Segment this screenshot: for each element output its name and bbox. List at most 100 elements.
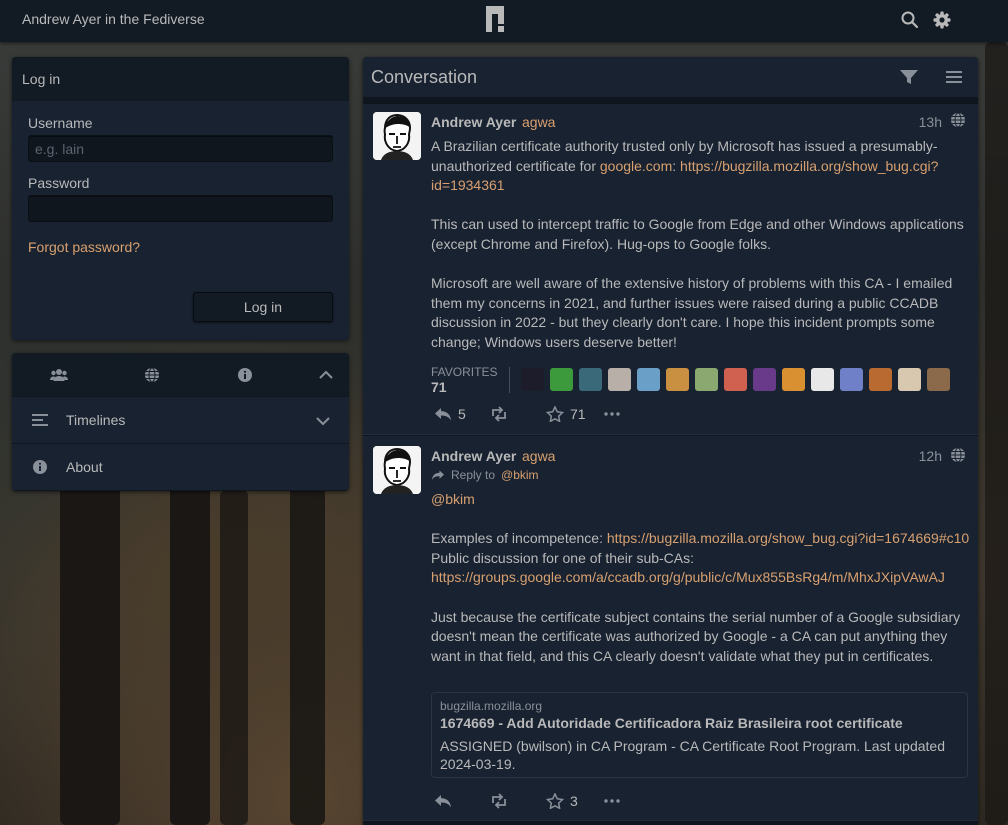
author-name[interactable]: Andrew Ayer — [431, 448, 516, 464]
status-time[interactable]: 13h — [919, 114, 942, 130]
status-time[interactable]: 12h — [919, 448, 942, 464]
card-title: 1674669 - Add Autoridade Certificadora R… — [440, 715, 903, 731]
avatar[interactable] — [811, 368, 834, 391]
status-post: Andrew Ayer agwa 13h A Brazilian certifi… — [363, 104, 978, 435]
users-icon[interactable] — [50, 367, 68, 383]
reply-button[interactable]: 5 — [434, 406, 466, 422]
author-handle[interactable]: agwa — [522, 114, 555, 130]
info-icon[interactable] — [237, 367, 253, 383]
search-icon[interactable] — [900, 10, 920, 30]
chevron-up-icon[interactable] — [318, 367, 334, 383]
username-input[interactable] — [28, 135, 333, 162]
nav-tabs — [12, 353, 349, 396]
favorite-button[interactable]: 71 — [546, 406, 586, 422]
background-tree — [220, 490, 248, 825]
password-input[interactable] — [28, 195, 333, 222]
username-label: Username — [28, 115, 93, 131]
password-label: Password — [28, 175, 90, 191]
star-icon — [546, 793, 564, 809]
status-content: A Brazilian certificate authority truste… — [431, 137, 976, 353]
reply-icon — [432, 470, 444, 480]
login-panel: Log in Username Password Forgot password… — [12, 57, 349, 340]
avatar[interactable] — [869, 368, 892, 391]
avatar[interactable] — [579, 368, 602, 391]
author-name[interactable]: Andrew Ayer — [431, 114, 516, 130]
status-text: Public discussion for one of their sub-C… — [431, 549, 695, 566]
status-text: Examples of incompetence: — [431, 530, 607, 547]
login-form: Username Password Forgot password? Log i… — [12, 101, 349, 340]
avatar[interactable] — [695, 368, 718, 391]
pleroma-logo-icon[interactable] — [486, 6, 504, 32]
status-link[interactable]: https://bugzilla.mozilla.org/show_bug.cg… — [607, 530, 969, 546]
top-nav-bar: Andrew Ayer in the Fediverse — [0, 0, 1008, 42]
nav-item-label: Timelines — [66, 412, 126, 428]
globe-icon[interactable] — [144, 367, 160, 383]
repeat-button[interactable] — [490, 406, 508, 422]
avatar[interactable] — [927, 368, 950, 391]
globe-icon[interactable] — [950, 447, 966, 463]
card-host: bugzilla.mozilla.org — [440, 699, 543, 713]
avatar[interactable] — [666, 368, 689, 391]
gear-icon[interactable] — [932, 10, 952, 30]
retweet-icon — [492, 793, 506, 809]
favorite-count: 71 — [570, 406, 586, 422]
ellipsis-icon — [604, 412, 620, 416]
status-link[interactable]: https://groups.google.com/a/ccadb.org/g/… — [431, 569, 945, 585]
reply-to-line: Reply to @bkim — [431, 468, 539, 482]
globe-icon[interactable] — [950, 112, 966, 128]
login-heading-text: Log in — [22, 71, 61, 87]
nav-panel: Timelines About — [12, 353, 349, 491]
favorited-by-list — [521, 368, 950, 391]
nav-item-timelines[interactable]: Timelines — [12, 396, 349, 443]
favorite-count: 3 — [570, 793, 578, 809]
repeat-button[interactable] — [490, 793, 508, 809]
ellipsis-icon — [604, 799, 620, 803]
card-description: ASSIGNED (bwilson) in CA Program - CA Ce… — [440, 738, 945, 772]
reply-to-label: Reply to — [451, 468, 496, 482]
login-button[interactable]: Log in — [193, 292, 333, 322]
link-preview-card[interactable]: bugzilla.mozilla.org 1674669 - Add Autor… — [431, 692, 968, 778]
nav-item-about[interactable]: About — [12, 443, 349, 490]
reply-to-handle[interactable]: @bkim — [501, 468, 539, 482]
status-text: Microsoft are well aware of the extensiv… — [431, 275, 953, 350]
avatar[interactable] — [840, 368, 863, 391]
reply-count: 5 — [458, 406, 466, 422]
background-tree — [985, 42, 1008, 825]
chevron-down-icon[interactable] — [315, 413, 331, 429]
more-button[interactable] — [603, 793, 621, 809]
info-icon — [33, 460, 47, 474]
mention-link[interactable]: @bkim — [431, 491, 475, 507]
avatar[interactable] — [753, 368, 776, 391]
menu-icon[interactable] — [946, 69, 962, 85]
avatar[interactable] — [608, 368, 631, 391]
filter-icon[interactable] — [900, 69, 918, 85]
avatar[interactable] — [724, 368, 747, 391]
retweet-icon — [492, 406, 506, 422]
background-tree — [170, 460, 210, 825]
avatar[interactable] — [898, 368, 921, 391]
avatar[interactable] — [782, 368, 805, 391]
conversation-title: Conversation — [371, 66, 478, 87]
avatar[interactable] — [637, 368, 660, 391]
status-text: Just because the certificate subject con… — [431, 608, 961, 664]
more-button[interactable] — [603, 406, 621, 422]
reply-button[interactable] — [434, 793, 452, 809]
avatar[interactable] — [373, 112, 421, 160]
conversation-panel: Conversation Andrew Ayer agwa 13h A Braz… — [363, 57, 978, 825]
author-handle[interactable]: agwa — [522, 448, 555, 464]
conversation-heading: Conversation — [363, 57, 978, 97]
status-text: This can used to intercept traffic to Go… — [431, 216, 964, 252]
menu-icon — [32, 414, 48, 426]
star-icon — [546, 406, 564, 422]
forgot-password-link[interactable]: Forgot password? — [28, 239, 140, 255]
favorite-button[interactable]: 3 — [546, 793, 578, 809]
avatar[interactable] — [521, 368, 544, 391]
avatar[interactable] — [550, 368, 573, 391]
status-post: Andrew Ayer agwa 12h Reply to @bkim @bki… — [363, 436, 978, 821]
divider — [509, 367, 510, 393]
status-link[interactable]: google.com — [600, 158, 672, 174]
nav-item-label: About — [66, 459, 103, 475]
login-heading: Log in — [12, 57, 349, 101]
site-title[interactable]: Andrew Ayer in the Fediverse — [22, 11, 205, 27]
avatar[interactable] — [373, 446, 421, 494]
